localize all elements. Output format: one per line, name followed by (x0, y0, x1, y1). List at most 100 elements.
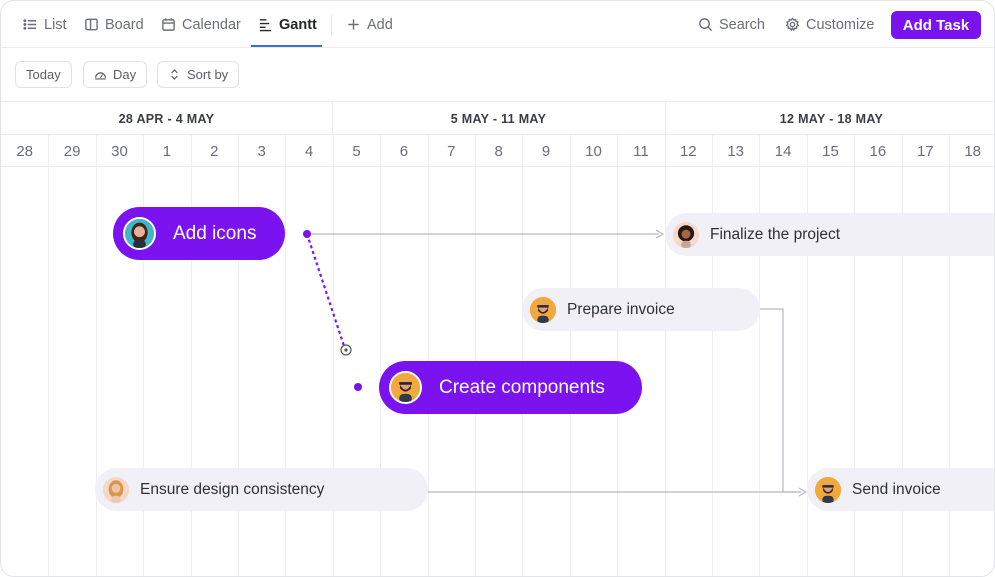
gantt-icon (259, 19, 272, 32)
task-bar-send-invoice[interactable]: Send invoice (807, 468, 994, 511)
add-task-button[interactable]: Add Task (891, 11, 981, 39)
day-label: 28 (16, 142, 34, 160)
tab-board[interactable]: Board (84, 1, 144, 48)
search-icon (699, 18, 713, 32)
avatar (530, 296, 556, 323)
day-label: 29 (63, 142, 81, 160)
arrow-head (798, 487, 808, 497)
list-icon (23, 19, 37, 30)
day-label: 3 (257, 142, 266, 160)
woman-curly-avatar-icon (673, 221, 699, 248)
task-bar-create-components[interactable]: Create components (379, 361, 642, 414)
task-title: Add icons (173, 222, 257, 244)
connector-handle[interactable] (303, 230, 311, 238)
gear-icon (785, 17, 800, 32)
board-icon (85, 18, 98, 31)
man-beard-avatar-icon (530, 296, 556, 323)
day-label: 18 (964, 142, 982, 160)
sort-label: Sort by (187, 67, 229, 82)
week-label: 5 MAY - 11 MAY (450, 111, 547, 126)
view-bar: List Board Calendar Gantt Add Search Cus… (1, 1, 994, 48)
day-label: 12 (679, 142, 697, 160)
day-grid-line (95, 135, 97, 576)
day-grid-line (522, 135, 524, 576)
day-label: 17 (916, 142, 934, 160)
app-window: List Board Calendar Gantt Add Search Cus… (0, 0, 995, 577)
sort-icon (171, 69, 178, 80)
avatar (673, 221, 699, 248)
add-view-button[interactable]: Add (346, 1, 393, 48)
week-label: 12 MAY - 18 MAY (779, 111, 884, 126)
day-grid-line (617, 135, 619, 576)
day-label: 9 (541, 142, 551, 160)
gantt-toolbar: Today Day Sort by (1, 48, 994, 102)
sort-button[interactable]: Sort by (157, 61, 240, 88)
today-button[interactable]: Today (15, 61, 72, 88)
day-label: 14 (774, 142, 792, 160)
day-header: 28 29 30 1 2 3 4 5 6 7 8 9 10 11 12 13 14 15 16 17 18 (1, 135, 994, 167)
task-bar-add-icons[interactable]: Add icons (113, 207, 285, 260)
calendar-icon (162, 18, 175, 31)
active-tab-indicator (251, 45, 322, 47)
day-label: 10 (585, 142, 602, 160)
tab-label: Board (105, 16, 144, 33)
day-label: 1 (162, 142, 172, 160)
avatar (815, 476, 841, 503)
divider (331, 15, 332, 35)
add-view-label: Add (367, 16, 393, 33)
search-button[interactable]: Search (698, 1, 765, 48)
day-grid-line (569, 135, 571, 576)
tab-gantt[interactable]: Gantt (258, 1, 317, 48)
task-bar-ensure-design[interactable]: Ensure design consistency (95, 468, 428, 511)
task-bar-prepare-invoice[interactable]: Prepare invoice (522, 288, 760, 331)
man-beard-avatar-icon (815, 476, 841, 503)
day-label: 5 (352, 142, 361, 160)
drag-cursor-icon (340, 344, 352, 356)
customize-button[interactable]: Customize (785, 1, 875, 48)
arrow-head (655, 229, 665, 239)
dependency-line-dragging (305, 233, 346, 347)
day-label: 13 (727, 142, 745, 160)
day-label: 16 (869, 142, 887, 160)
plus-icon (348, 19, 359, 30)
day-grid-line (759, 135, 761, 576)
tab-label: Gantt (279, 16, 317, 33)
avatar (389, 371, 422, 404)
day-label: 2 (210, 142, 219, 160)
avatar (103, 476, 129, 503)
day-grid-line (806, 135, 808, 576)
man-beard-avatar-icon (391, 373, 420, 402)
woman-avatar-icon (125, 219, 154, 248)
task-title: Ensure design consistency (140, 480, 325, 498)
zoom-day-button[interactable]: Day (83, 61, 148, 88)
avatar (123, 217, 156, 250)
day-label: 15 (822, 142, 839, 160)
week-header: 28 APR - 4 MAY 5 MAY - 11 MAY 12 MAY - 1… (1, 102, 994, 135)
today-label: Today (26, 67, 61, 82)
day-label: 8 (494, 142, 503, 160)
tab-label: Calendar (182, 16, 241, 33)
day-grid-line (427, 135, 429, 576)
day-grid-line (48, 135, 50, 576)
week-label: 28 APR - 4 MAY (118, 111, 215, 126)
day-label: Day (113, 67, 137, 82)
tab-calendar[interactable]: Calendar (161, 1, 241, 48)
day-grid-line (712, 135, 713, 576)
tab-list[interactable]: List (23, 1, 67, 48)
customize-label: Customize (806, 16, 875, 33)
tab-label: List (44, 16, 67, 33)
day-label: 7 (447, 142, 456, 160)
woman-blonde-avatar-icon (103, 476, 129, 503)
task-title: Prepare invoice (567, 300, 675, 318)
day-label: 30 (111, 142, 128, 160)
day-label: 4 (304, 142, 314, 160)
day-label: 6 (399, 142, 409, 160)
connector-handle[interactable] (354, 383, 362, 391)
task-bar-finalize[interactable]: Finalize the project (665, 213, 994, 256)
scale-icon (95, 72, 106, 80)
day-grid-line (475, 135, 476, 576)
search-label: Search (719, 16, 765, 33)
task-title: Finalize the project (710, 225, 841, 243)
task-title: Create components (439, 376, 605, 398)
dependency-line (759, 308, 801, 493)
